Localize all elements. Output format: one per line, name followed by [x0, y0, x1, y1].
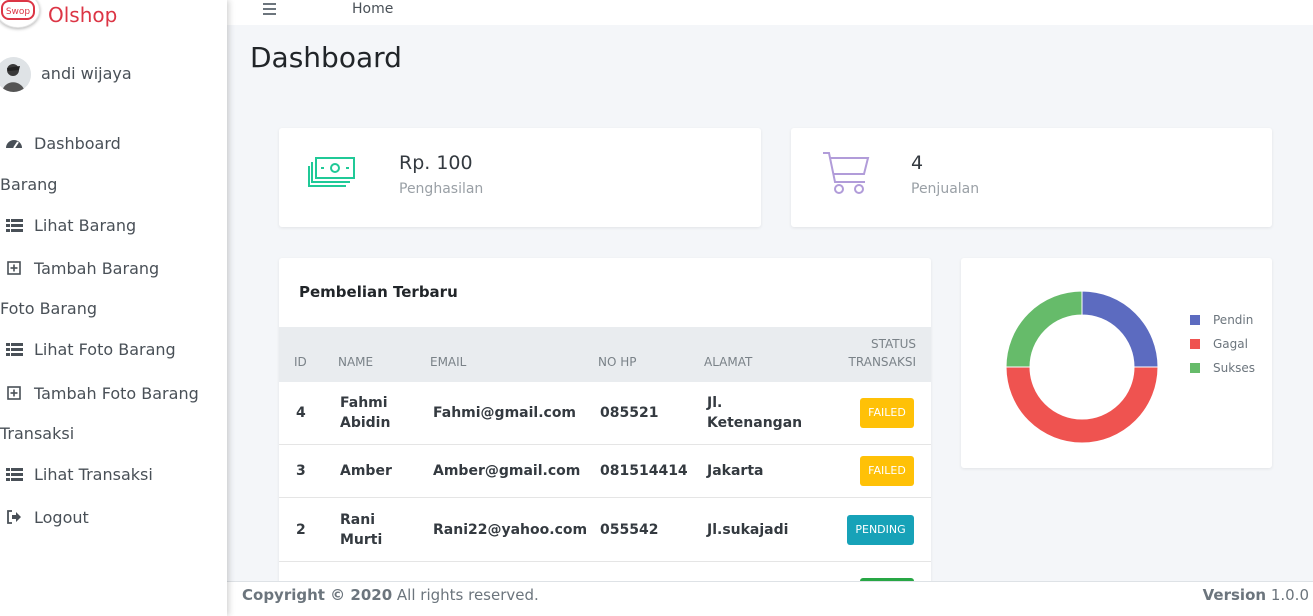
sidebar-item-lihat-foto-barang[interactable]: Lihat Foto Barang [0, 337, 176, 361]
legend-item[interactable]: Sukses [1190, 361, 1255, 375]
user-panel[interactable]: andi wijaya [0, 57, 227, 93]
sidebar-header-barang: Barang [0, 175, 58, 194]
col-header-status-sub: TRANSAKSI [848, 355, 916, 369]
cell-phone: 055542 [600, 522, 659, 538]
legend-label: Gagal [1213, 337, 1248, 351]
sidebar-item-label: Lihat Transaksi [34, 464, 153, 484]
list-icon [4, 217, 24, 233]
col-header-status: STATUS [870, 337, 916, 351]
legend-swatch [1190, 363, 1200, 373]
status-badge: FAILED [860, 456, 914, 486]
income-value: Rp. 100 [399, 152, 473, 174]
list-icon [4, 341, 24, 357]
cell-email: Fahmi@gmail.com [433, 405, 577, 421]
cell-email: Rani22@yahoo.com [433, 522, 588, 538]
sidebar-header-transaksi: Transaksi [0, 424, 75, 443]
cell-name-2: Murti [340, 532, 383, 548]
legend-item[interactable]: Pendin [1190, 313, 1253, 327]
sidebar-item-label: Tambah Barang [34, 258, 160, 278]
version-number: 1.0.0 [1266, 586, 1309, 604]
copyright-text: Copyright © 2020 All rights reserved. [242, 586, 539, 604]
donut-slice-pendin[interactable] [1081, 290, 1159, 368]
col-header-id: ID [294, 355, 307, 369]
page-title: Dashboard [250, 41, 402, 74]
svg-text:Swop: Swop [6, 7, 31, 17]
income-card: Rp. 100 Penghasilan [279, 128, 761, 227]
version-label: Version [1202, 586, 1267, 604]
brand-name: Olshop [48, 3, 118, 27]
hamburger-icon[interactable] [263, 3, 276, 15]
cell-address: Jl.sukajadi [707, 522, 789, 538]
tachometer-icon [4, 135, 24, 151]
col-header-phone: NO HP [598, 355, 637, 369]
status-badge: FAILED [860, 398, 914, 428]
sidebar-item-logout[interactable]: Logout [0, 505, 89, 529]
cell-address-2: Ketenangan [707, 415, 803, 431]
legend-swatch [1190, 315, 1200, 325]
user-name: andi wijaya [41, 64, 132, 83]
table-row[interactable]: 4 Fahmi Abidin Fahmi@gmail.com 085521 Jl… [279, 382, 931, 445]
sidebar-item-lihat-transaksi[interactable]: Lihat Transaksi [0, 462, 153, 486]
legend-item[interactable]: Gagal [1190, 337, 1248, 351]
brand-link[interactable]: Swop Olshop [0, 0, 227, 30]
cell-id: 3 [296, 463, 306, 479]
cell-address: Jakarta [707, 463, 764, 479]
footer: Copyright © 2020 All rights reserved. Ve… [227, 581, 1313, 616]
col-header-email: EMAIL [430, 355, 467, 369]
card-title: Pembelian Terbaru [299, 283, 458, 301]
donut-slice-sukses[interactable] [1005, 290, 1083, 368]
cell-id: 2 [296, 522, 306, 538]
status-badge: PENDING [847, 515, 914, 545]
col-header-address: ALAMAT [704, 355, 753, 369]
donut-chart [1005, 290, 1159, 444]
status-chart-card: Pendin Gagal Sukses [961, 258, 1272, 468]
sign-out-icon [4, 509, 24, 525]
table-header: ID NAME EMAIL NO HP ALAMAT STATUS TRANSA… [279, 327, 931, 382]
list-icon [4, 466, 24, 482]
income-label: Penghasilan [399, 181, 484, 197]
sidebar-item-label: Logout [34, 507, 89, 527]
col-header-name: NAME [338, 355, 374, 369]
sidebar-item-label: Tambah Foto Barang [34, 383, 199, 403]
cell-phone: 081514414 [600, 463, 688, 479]
cell-name: Fahmi [340, 395, 388, 411]
cell-id: 4 [296, 405, 306, 421]
legend-label: Pendin [1213, 313, 1254, 327]
sidebar: Swop Olshop andi wijaya Dashboard Barang… [0, 0, 227, 616]
sidebar-item-label: Dashboard [34, 133, 121, 153]
sidebar-item-label: Lihat Foto Barang [34, 339, 176, 359]
copyright-strong: Copyright © 2020 [242, 586, 393, 604]
sidebar-item-tambah-barang[interactable]: Tambah Barang [0, 256, 159, 280]
sidebar-item-dashboard[interactable]: Dashboard [0, 131, 121, 155]
cart-icon [821, 150, 871, 196]
sales-value: 4 [911, 152, 924, 174]
cell-name: Amber [340, 463, 392, 479]
sidebar-header-foto-barang: Foto Barang [0, 299, 98, 318]
cell-phone: 085521 [600, 405, 659, 421]
legend-swatch [1190, 339, 1200, 349]
table-row[interactable]: 3 Amber Amber@gmail.com 081514414 Jakart… [279, 445, 931, 498]
cell-email: Amber@gmail.com [433, 463, 581, 479]
sidebar-item-label: Lihat Barang [34, 215, 137, 235]
cell-name: Rani [340, 512, 375, 528]
version-text: Version 1.0.0 [1203, 586, 1309, 604]
sidebar-item-lihat-barang[interactable]: Lihat Barang [0, 213, 136, 237]
sales-label: Penjualan [911, 181, 980, 197]
top-navbar: Home [227, 0, 1313, 25]
plus-square-icon [4, 260, 24, 276]
money-icon [308, 157, 356, 191]
rights-text: All rights reserved. [392, 586, 539, 604]
brand-logo: Swop [0, 0, 40, 28]
avatar [0, 57, 31, 92]
legend-label: Sukses [1213, 361, 1256, 375]
table-row[interactable]: 2 Rani Murti Rani22@yahoo.com 055542 Jl.… [279, 498, 931, 562]
sidebar-item-tambah-foto-barang[interactable]: Tambah Foto Barang [0, 381, 199, 405]
sales-card: 4 Penjualan [791, 128, 1272, 227]
recent-purchases-card: Pembelian Terbaru ID NAME EMAIL NO HP AL… [279, 258, 931, 588]
plus-square-icon [4, 385, 24, 401]
nav-home-link[interactable]: Home [352, 0, 393, 18]
cell-name-2: Abidin [340, 415, 391, 431]
donut-slice-gagal[interactable] [1005, 366, 1159, 444]
cell-address: Jl. [707, 395, 723, 411]
